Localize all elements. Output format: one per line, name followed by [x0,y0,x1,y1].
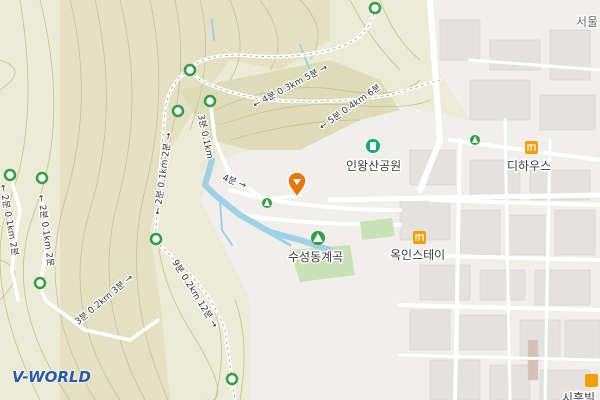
stay-label: 옥인스테이 [390,248,445,262]
park-label: 인왕산공원 [346,159,401,173]
trail-node [368,1,382,15]
place-label: 서울 [576,15,598,29]
trail-node [35,171,49,185]
building-icon [585,374,598,387]
trail-node [149,232,163,246]
valley-label: 수성동계곡 [288,250,343,264]
trail-node [183,63,197,77]
trail-node [203,94,217,108]
trail-node [33,276,47,290]
house-label: 디하우스 [507,159,551,173]
bottom-right-label: 시흥빌 [562,391,595,400]
trail-node [171,104,185,118]
trail-node [3,168,17,182]
map-canvas[interactable]: ← 4분 0.3km 5분 → ← 5분 0.4km 6분 ← 2분 0.1km… [0,0,600,400]
trail-node [225,372,239,386]
vworld-logo: V-WORLD [12,368,91,386]
